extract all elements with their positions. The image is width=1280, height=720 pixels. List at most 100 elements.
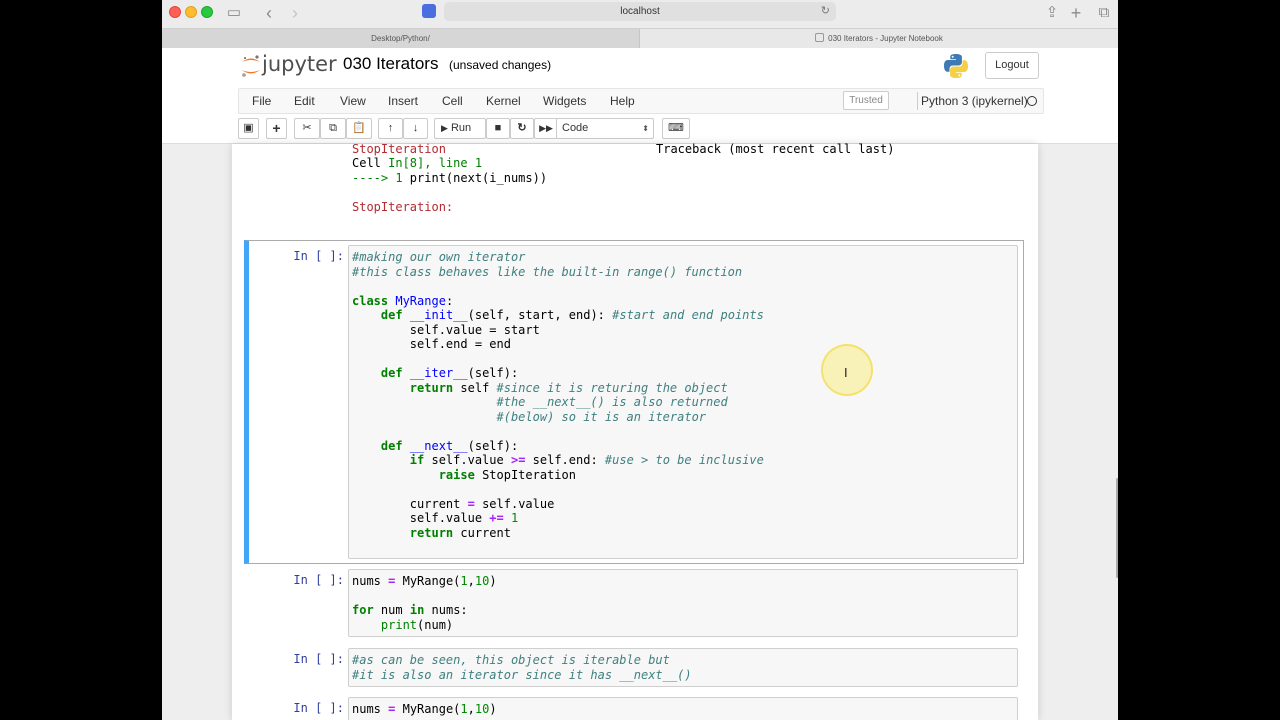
scissors-icon: ✂ [302,122,312,134]
code-line: return current [409,525,511,540]
arrow-up-icon: ↑ [387,122,394,134]
code-line: #as can be seen, this object is iterable… [352,653,670,667]
traceback-header: Traceback (most recent call last) [656,142,895,156]
code-line: nums = MyRange(1,10) [352,574,497,588]
sidebar-toggle-icon[interactable]: ▭ [222,3,246,23]
select-arrows-icon: ⬍ [642,124,649,133]
code-line: current = self.value [409,496,555,511]
code-line: return self #since it is returing the ob… [409,380,728,395]
move-up-button[interactable]: ↑ [378,118,403,139]
move-down-button[interactable]: ↓ [403,118,428,139]
code-editor[interactable]: nums = MyRange(1,10) for num in nums: pr… [348,569,1018,637]
code-line: #it is also an iterator since it has __n… [352,667,692,682]
menu-widgets[interactable]: Widgets [543,89,586,113]
forward-arrow-icon[interactable]: › [286,3,304,23]
address-text: localhost [620,6,660,17]
plus-icon: + [272,120,281,136]
jupyter-header: jupyter 030 Iterators (unsaved changes) … [162,48,1118,86]
share-icon[interactable]: ⇪ [1044,3,1060,23]
cut-button[interactable]: ✂ [294,118,320,139]
jupyter-logo-text[interactable]: jupyter [262,52,337,76]
code-line: def __init__(self, start, end): #start a… [380,308,764,322]
final-error: StopIteration: [352,200,454,214]
new-tab-icon[interactable]: + [1068,3,1084,23]
zoom-window-button[interactable] [201,6,213,18]
tab-notebook[interactable]: 030 Iterators - Jupyter Notebook [640,29,1118,48]
insert-cell-button[interactable]: + [266,118,287,139]
copy-icon: ⧉ [329,122,337,134]
cell-type-select[interactable]: Code ⬍ [556,118,654,139]
code-line: nums = MyRange(1,10) [352,702,497,716]
code-line: def __iter__(self): [380,366,519,380]
code-editor[interactable]: #as can be seen, this object is iterable… [348,648,1018,687]
paste-button[interactable]: 📋 [346,118,372,139]
code-line: print(num) [380,617,454,632]
stop-icon: ■ [494,122,502,134]
interrupt-button[interactable]: ■ [486,118,510,139]
command-palette-button[interactable]: ⌨ [662,118,690,139]
code-line: #this class behaves like the built-in ra… [352,264,743,279]
logout-button[interactable]: Logout [985,52,1039,79]
jupyter-logo-icon[interactable] [240,52,262,80]
code-line: if self.value >= self.end: #use > to be … [409,453,764,467]
cell-prompt: In [ ]: [293,701,344,715]
reload-icon[interactable]: ↻ [821,2,830,21]
keyboard-icon: ⌨ [668,122,684,134]
tab-label: 030 Iterators - Jupyter Notebook [828,34,943,43]
play-icon: ▶ [441,123,448,133]
copy-button[interactable]: ⧉ [320,118,346,139]
jupyter-toolbar: ▣ + ✂ ⧉ 📋 ↑ ↓ ▶ Run ■ ↻ ▶▶ Code ⬍ ⌨ [238,118,690,140]
error-name: StopIteration [352,142,446,156]
code-line: #the __next__() is also returned [496,395,728,409]
code-editor[interactable]: nums = MyRange(1,10) [348,697,1018,720]
browser-window: ▭ ‹ › localhost ↻ ⇪ + ⧉ Desktop/Python/ … [162,0,1118,720]
cell-type-value: Code [562,122,589,134]
kernel-separator [917,92,918,110]
cell-ref-loc: In[8], line 1 [388,156,483,170]
restart-run-all-button[interactable]: ▶▶ [534,118,558,139]
notebook-title[interactable]: 030 Iterators [343,54,438,74]
run-label: Run [450,122,472,134]
code-editor[interactable]: #making our own iterator #this class beh… [348,245,1018,559]
menu-help[interactable]: Help [610,89,635,113]
code-line: raise StopIteration [438,467,576,482]
code-line: self.value = start [409,322,540,337]
notebook-page: StopIteration Traceback (most recent cal… [232,142,1038,720]
menu-file[interactable]: File [252,89,271,113]
cell-prompt: In [ ]: [293,573,344,587]
traceback-cell-ref: Cell In[8], line 1 [352,156,482,171]
menu-cell[interactable]: Cell [442,89,463,113]
tab-bar: Desktop/Python/ 030 Iterators - Jupyter … [162,28,1118,48]
save-button[interactable]: ▣ [238,118,259,139]
traceback-arrow-line: ----> 1 print(next(i_nums)) [352,171,547,186]
tab-desktop-python[interactable]: Desktop/Python/ [162,29,640,48]
menu-kernel[interactable]: Kernel [486,89,521,113]
code-line: self.end = end [409,337,511,351]
code-line: class MyRange: [352,293,454,308]
extension-icon[interactable] [422,4,436,18]
cell-ref-label: Cell [352,156,389,170]
back-arrow-icon[interactable]: ‹ [260,3,278,23]
arrow-code: print(next(i_nums)) [409,171,548,185]
code-line: def __next__(self): [380,438,519,453]
tab-overview-icon[interactable]: ⧉ [1096,3,1112,23]
menu-view[interactable]: View [340,89,366,113]
run-button[interactable]: ▶ Run [434,118,486,139]
jupyter-menubar: File Edit View Insert Cell Kernel Widget… [238,88,1044,114]
favicon-icon [815,33,825,42]
menu-insert[interactable]: Insert [388,89,418,113]
address-bar[interactable]: localhost ↻ [444,2,836,21]
kernel-name[interactable]: Python 3 (ipykernel) [921,89,1028,113]
menu-edit[interactable]: Edit [294,89,315,113]
close-window-button[interactable] [169,6,181,18]
trusted-badge[interactable]: Trusted [843,91,889,110]
scrollbar-thumb[interactable] [1116,478,1118,578]
code-line: for num in nums: [352,603,468,617]
restart-icon: ↻ [517,122,527,134]
restart-button[interactable]: ↻ [510,118,534,139]
arrow-prefix: ----> 1 [352,171,410,185]
minimize-window-button[interactable] [185,6,197,18]
arrow-down-icon: ↓ [412,122,419,134]
